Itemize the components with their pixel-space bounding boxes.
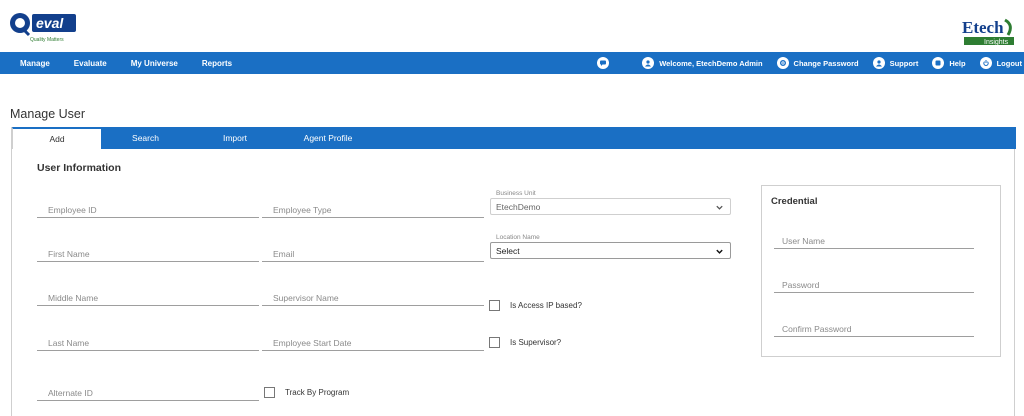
help-icon bbox=[932, 57, 945, 69]
last-name-placeholder: Last Name bbox=[48, 338, 90, 348]
access-ip-label: Is Access IP based? bbox=[510, 301, 582, 310]
chevron-down-icon bbox=[716, 205, 723, 210]
user-name-placeholder: User Name bbox=[782, 236, 825, 246]
user-name-field[interactable]: User Name bbox=[774, 231, 974, 249]
logout-link[interactable]: Logout bbox=[979, 57, 1024, 69]
supervisor-name-placeholder: Supervisor Name bbox=[273, 293, 339, 303]
supervisor-checkbox[interactable]: Is Supervisor? bbox=[489, 337, 561, 348]
access-ip-box[interactable] bbox=[489, 300, 500, 311]
qeval-logo[interactable]: eval Quality Matters bbox=[8, 8, 78, 46]
password-placeholder: Password bbox=[782, 280, 820, 290]
employee-start-date-placeholder: Employee Start Date bbox=[273, 338, 352, 348]
power-icon bbox=[979, 57, 992, 69]
employee-type-placeholder: Employee Type bbox=[273, 205, 332, 215]
confirm-password-placeholder: Confirm Password bbox=[782, 324, 852, 334]
access-ip-checkbox[interactable]: Is Access IP based? bbox=[489, 300, 582, 311]
last-name-field[interactable]: Last Name bbox=[37, 333, 259, 351]
track-by-program-checkbox[interactable]: Track By Program bbox=[264, 387, 349, 398]
credential-box: Credential User Name Password Confirm Pa… bbox=[761, 185, 1001, 357]
tab-agent-profile[interactable]: Agent Profile bbox=[280, 127, 376, 149]
welcome-label: Welcome, EtechDemo Admin bbox=[659, 58, 763, 68]
svg-text:Quality Matters: Quality Matters bbox=[30, 37, 64, 43]
section-title: User Information bbox=[37, 162, 122, 174]
tab-search[interactable]: Search bbox=[101, 127, 190, 149]
credential-title: Credential bbox=[771, 196, 818, 207]
svg-text:Insights: Insights bbox=[984, 39, 1009, 46]
etech-insights-logo: Etech Insights bbox=[950, 14, 1018, 50]
app-header: eval Quality Matters Etech Insights bbox=[0, 0, 1024, 52]
business-unit-label: Business Unit bbox=[496, 190, 536, 197]
chat-icon bbox=[597, 57, 610, 69]
track-by-program-label: Track By Program bbox=[285, 388, 350, 397]
business-unit-select[interactable]: EtechDemo bbox=[490, 198, 731, 215]
page-title: Manage User bbox=[10, 107, 86, 121]
location-name-select[interactable]: Select bbox=[490, 242, 731, 259]
password-field[interactable]: Password bbox=[774, 275, 974, 293]
supervisor-box[interactable] bbox=[489, 337, 500, 348]
gear-icon bbox=[776, 57, 789, 69]
user-icon bbox=[642, 57, 655, 69]
track-by-program-box[interactable] bbox=[264, 387, 275, 398]
svg-text:eval: eval bbox=[36, 15, 64, 31]
change-password-label: Change Password bbox=[793, 58, 859, 68]
help-label: Help bbox=[949, 58, 966, 68]
email-field[interactable]: Email bbox=[262, 244, 484, 262]
employee-type-field[interactable]: Employee Type bbox=[262, 200, 484, 218]
nav-my-universe[interactable]: My Universe bbox=[131, 59, 178, 68]
nav-evaluate[interactable]: Evaluate bbox=[74, 59, 107, 68]
employee-start-date-field[interactable]: Employee Start Date bbox=[262, 333, 484, 351]
middle-name-placeholder: Middle Name bbox=[48, 293, 99, 303]
tab-add[interactable]: Add bbox=[12, 127, 101, 149]
alternate-id-placeholder: Alternate ID bbox=[48, 388, 93, 398]
chevron-down-icon bbox=[716, 249, 723, 254]
welcome-user[interactable]: Welcome, EtechDemo Admin bbox=[642, 57, 763, 69]
tab-import[interactable]: Import bbox=[190, 127, 280, 149]
logout-label: Logout bbox=[996, 58, 1022, 68]
email-placeholder: Email bbox=[273, 249, 295, 259]
nav-manage[interactable]: Manage bbox=[20, 59, 50, 68]
location-name-label: Location Name bbox=[496, 234, 540, 241]
location-name-value: Select bbox=[496, 246, 520, 256]
middle-name-field[interactable]: Middle Name bbox=[37, 288, 259, 306]
change-password-link[interactable]: Change Password bbox=[776, 57, 859, 69]
support-link[interactable]: Support bbox=[872, 57, 919, 69]
confirm-password-field[interactable]: Confirm Password bbox=[774, 319, 974, 337]
nav-reports[interactable]: Reports bbox=[202, 59, 232, 68]
supervisor-label: Is Supervisor? bbox=[510, 338, 562, 347]
first-name-field[interactable]: First Name bbox=[37, 244, 259, 262]
support-icon bbox=[872, 57, 885, 69]
help-link[interactable]: Help bbox=[932, 57, 966, 69]
alternate-id-field[interactable]: Alternate ID bbox=[37, 383, 259, 401]
manage-user-panel: Add Search Import Agent Profile User Inf… bbox=[11, 127, 1016, 416]
first-name-placeholder: First Name bbox=[48, 249, 90, 259]
support-label: Support bbox=[889, 58, 919, 68]
business-unit-value: EtechDemo bbox=[496, 202, 541, 212]
employee-id-placeholder: Employee ID bbox=[48, 205, 97, 215]
tab-bar: Add Search Import Agent Profile bbox=[12, 127, 1016, 149]
employee-id-field[interactable]: Employee ID bbox=[37, 200, 259, 218]
svg-text:Etech: Etech bbox=[962, 18, 1004, 37]
supervisor-name-field[interactable]: Supervisor Name bbox=[262, 288, 484, 306]
main-nav-bar: Manage Evaluate My Universe Reports Welc… bbox=[0, 52, 1024, 74]
chat-toggle[interactable] bbox=[597, 57, 614, 69]
